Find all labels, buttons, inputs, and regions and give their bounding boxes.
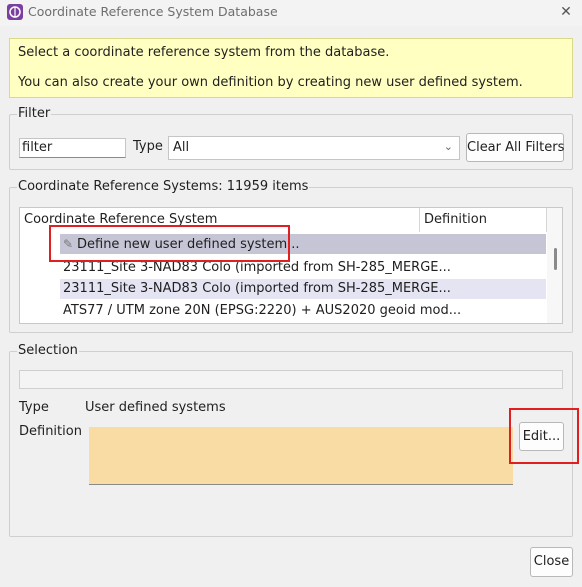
column-header-definition[interactable]: Definition xyxy=(420,208,547,232)
filter-input[interactable]: filter xyxy=(19,138,126,158)
type-select-value: All xyxy=(173,140,190,155)
banner-text-2: You can also create your own definition … xyxy=(18,75,523,90)
definition-box xyxy=(89,427,513,485)
selection-group-title: Selection xyxy=(17,343,79,358)
selection-type-value: User defined systems xyxy=(85,400,226,415)
type-label: Type xyxy=(133,139,163,154)
close-icon[interactable]: ✕ xyxy=(556,2,576,22)
window-title: Coordinate Reference System Database xyxy=(28,4,278,19)
table-row[interactable]: 23111_Site 3-NAD83 Colo (imported from S… xyxy=(60,279,546,299)
chevron-down-icon: ⌄ xyxy=(443,140,453,153)
selection-name-field xyxy=(19,370,563,389)
annotation-highlight-edit xyxy=(509,408,579,464)
table-row[interactable]: ATS77 / UTM zone 20N (EPSG:2220) + AUS20… xyxy=(60,301,546,321)
definition-label: Definition xyxy=(19,424,82,439)
scrollbar-thumb[interactable] xyxy=(554,248,557,270)
app-icon xyxy=(7,4,23,20)
type-select[interactable]: All ⌄ xyxy=(168,136,460,160)
filter-group-title: Filter xyxy=(17,106,52,121)
banner-text-1: Select a coordinate reference system fro… xyxy=(18,45,390,60)
crs-group-title: Coordinate Reference Systems: 11959 item… xyxy=(17,179,310,194)
close-button[interactable]: Close xyxy=(530,547,573,577)
annotation-highlight-define-new xyxy=(49,225,290,262)
selection-type-label: Type xyxy=(19,400,49,415)
clear-all-filters-button[interactable]: Clear All Filters xyxy=(466,133,564,162)
